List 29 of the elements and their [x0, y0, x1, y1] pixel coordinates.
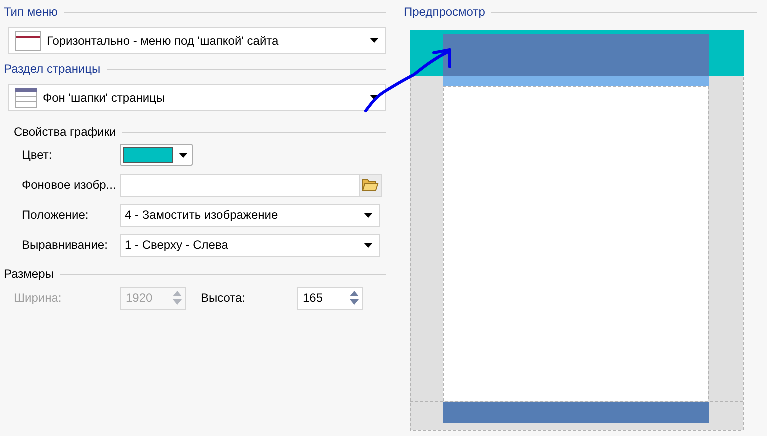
caret-icon: [370, 95, 379, 100]
number-spinner[interactable]: 165: [297, 286, 363, 310]
field-label: Фоновое изобр...: [22, 178, 118, 192]
horizontal-menu-icon: [15, 30, 41, 50]
section-title: Тип меню: [4, 5, 58, 19]
color-picker[interactable]: [120, 144, 193, 166]
caret-icon: [179, 152, 188, 158]
spin-arrows-icon: [173, 291, 182, 305]
field-label: Выравнивание:: [22, 238, 109, 252]
field-label: Положение:: [22, 208, 90, 222]
page-section-dropdown[interactable]: Фон 'шапки' страницы: [8, 84, 386, 111]
spin-arrows-icon: [350, 291, 359, 305]
browse-button[interactable]: [360, 174, 382, 196]
section-title: Предпросмотр: [404, 5, 486, 19]
field-label: Высота:: [201, 291, 247, 305]
field-label: Цвет:: [22, 148, 54, 162]
page-header-icon: [15, 88, 37, 108]
caret-icon: [364, 212, 373, 218]
position-dropdown[interactable]: 4 - Замостить изображение: [120, 204, 380, 226]
menu-type-dropdown[interactable]: Горизонтально - меню под 'шапкой' сайта: [8, 27, 386, 54]
section-title: Раздел страницы: [4, 62, 101, 76]
section-title: Свойства графики: [14, 125, 116, 139]
image-path-field[interactable]: [120, 174, 360, 196]
alignment-dropdown[interactable]: 1 - Сверху - Слева: [120, 234, 380, 256]
folder-icon: [362, 178, 379, 192]
field-label: Ширина:: [14, 291, 63, 305]
section-title: Размеры: [4, 267, 54, 281]
caret-icon: [364, 242, 373, 248]
caret-icon: [370, 38, 379, 43]
